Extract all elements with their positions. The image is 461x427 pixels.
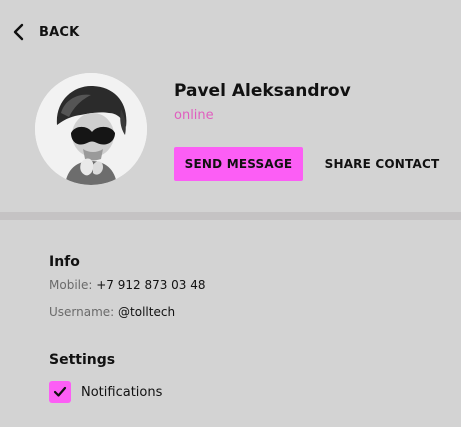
info-section-title: Info	[49, 254, 80, 270]
mobile-label: Mobile:	[49, 278, 93, 292]
avatar	[35, 73, 147, 185]
notifications-checkbox[interactable]	[49, 381, 71, 403]
section-divider	[0, 212, 461, 220]
status-text: online	[174, 108, 214, 123]
back-button[interactable]: BACK	[12, 20, 79, 44]
back-label: BACK	[39, 24, 80, 40]
checkmark-icon	[53, 386, 67, 397]
notifications-label: Notifications	[81, 385, 163, 400]
share-contact-button[interactable]: SHARE CONTACT	[322, 147, 442, 181]
settings-section-title: Settings	[49, 352, 116, 368]
mobile-row: Mobile: +7 912 873 03 48	[49, 278, 206, 292]
username-label: Username:	[49, 305, 115, 319]
send-message-button[interactable]: SEND MESSAGE	[174, 147, 303, 181]
mobile-value: +7 912 873 03 48	[96, 278, 206, 292]
contact-name: Pavel Aleksandrov	[174, 81, 351, 101]
username-row: Username: @tolltech	[49, 305, 175, 319]
chevron-left-icon	[13, 23, 24, 41]
user-photo-icon	[35, 73, 147, 185]
username-value: @tolltech	[118, 305, 176, 319]
